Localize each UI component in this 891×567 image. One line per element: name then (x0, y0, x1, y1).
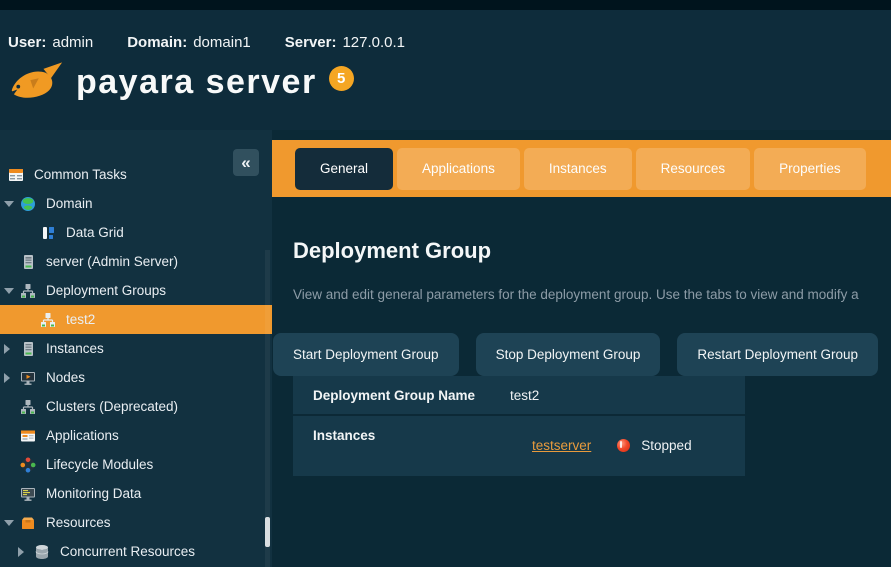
tab-resources[interactable]: Resources (635, 147, 751, 190)
status-bar: User: admin Domain: domain1 Server: 127.0.0… (0, 10, 891, 51)
tree-label: Deployment Groups (46, 283, 167, 298)
sidebar-item-test2[interactable]: test2 (0, 305, 272, 334)
tree-label: Monitoring Data (46, 486, 142, 501)
tree-label: Resources (46, 515, 111, 530)
table-row-name: Deployment Group Name test2 (293, 376, 745, 414)
deployment-groups-icon (21, 283, 35, 298)
sidebar-item-instances[interactable]: Instances (0, 334, 272, 363)
sidebar-collapse-button[interactable]: « (233, 149, 259, 176)
tree-label: test2 (66, 312, 96, 327)
sidebar-scrollbar-thumb[interactable] (265, 517, 270, 547)
tab-label: Instances (548, 161, 607, 176)
caret-down-icon[interactable] (4, 200, 14, 207)
caret-down-icon[interactable] (4, 287, 14, 294)
caret-right-icon[interactable] (4, 372, 10, 383)
domain-label: Domain: (127, 34, 188, 51)
user-label: User: (8, 34, 47, 51)
instances-icon (24, 341, 33, 356)
deployment-group-icon (41, 312, 55, 327)
tree-label: Domain (46, 196, 93, 211)
sidebar-item-admin-server[interactable]: server (Admin Server) (0, 247, 272, 276)
page-description: View and edit general parameters for the… (293, 287, 859, 302)
tab-label: Properties (779, 161, 841, 176)
sidebar-tree: « Common Tasks Domain Data Grid server (… (0, 130, 272, 567)
caret-right-icon[interactable] (18, 546, 24, 557)
resources-icon (22, 517, 34, 529)
sidebar-item-common-tasks[interactable]: Common Tasks (0, 160, 272, 189)
tree-label: Applications (46, 428, 119, 443)
tab-applications[interactable]: Applications (397, 147, 520, 190)
sidebar-item-deployment-groups[interactable]: Deployment Groups (0, 276, 272, 305)
deployment-group-table: Deployment Group Name test2 Instances te… (293, 376, 745, 476)
server-value: 127.0.0.1 (342, 34, 406, 51)
tree-label: Nodes (46, 370, 86, 385)
sidebar-item-monitoring-data[interactable]: Monitoring Data (0, 479, 272, 508)
applications-icon (21, 430, 35, 441)
sidebar-item-nodes[interactable]: Nodes (0, 363, 272, 392)
tree-label: Clusters (Deprecated) (46, 399, 179, 414)
brand-text: payara server (76, 63, 317, 101)
stopped-status-icon (617, 438, 631, 452)
domain-status: Domain: domain1 (127, 34, 251, 51)
lifecycle-modules-icon (20, 457, 36, 472)
payara-logo: payara server 5 (8, 59, 891, 105)
sidebar-item-applications[interactable]: Applications (0, 421, 272, 450)
nodes-icon (21, 371, 35, 385)
sidebar-item-lifecycle-modules[interactable]: Lifecycle Modules (0, 450, 272, 479)
tree-label: Instances (46, 341, 104, 356)
domain-value: domain1 (193, 34, 251, 51)
globe-icon (21, 196, 35, 211)
server-status: Server: 127.0.0.1 (285, 34, 405, 51)
deployment-group-name-label: Deployment Group Name (313, 388, 476, 403)
tab-general[interactable]: General (295, 147, 394, 190)
collapse-icon: « (241, 152, 251, 172)
server-icon (24, 254, 33, 269)
tab-label: Resources (660, 161, 726, 176)
sidebar-item-concurrent-resources[interactable]: Concurrent Resources (0, 537, 272, 566)
data-grid-icon (43, 226, 54, 239)
instance-link[interactable]: testserver (532, 438, 591, 453)
tab-label: General (320, 161, 369, 176)
stop-deployment-group-button[interactable]: Stop Deployment Group (475, 333, 661, 376)
common-tasks-icon (9, 168, 23, 181)
tree-label: server (Admin Server) (46, 254, 179, 269)
server-label: Server: (284, 34, 337, 51)
sidebar-item-data-grid[interactable]: Data Grid (0, 218, 272, 247)
sidebar-item-resources[interactable]: Resources (0, 508, 272, 537)
caret-down-icon[interactable] (4, 519, 14, 526)
tab-properties[interactable]: Properties (754, 147, 866, 190)
instance-status-line: testserver Stopped (510, 438, 692, 453)
tree-label: Common Tasks (34, 167, 127, 182)
monitoring-data-icon (21, 487, 35, 501)
sidebar-item-domain[interactable]: Domain (0, 189, 272, 218)
action-buttons: Start Deployment Group Stop Deployment G… (273, 333, 891, 376)
main-panel: General Applications Instances Resources… (272, 130, 891, 567)
concurrent-resources-icon (35, 544, 49, 559)
tab-label: Applications (422, 161, 495, 176)
tree-label: Lifecycle Modules (46, 457, 154, 472)
top-strip (0, 0, 891, 10)
tree-label: Concurrent Resources (60, 544, 196, 559)
page-title: Deployment Group (293, 238, 492, 263)
instance-status-text: Stopped (641, 437, 692, 453)
user-status: User: admin (8, 34, 93, 51)
header: User: admin Domain: domain1 Server: 127.0.0… (0, 10, 891, 130)
restart-deployment-group-button[interactable]: Restart Deployment Group (677, 333, 878, 376)
instances-label: Instances (313, 428, 376, 443)
user-value: admin (52, 34, 94, 51)
deployment-group-name-value: test2 (510, 388, 540, 403)
tab-bar: General Applications Instances Resources… (272, 140, 891, 197)
payara-fish-icon (9, 62, 63, 98)
caret-right-icon[interactable] (4, 343, 10, 354)
table-row-instances: Instances testserver Stopped (293, 414, 745, 476)
clusters-icon (21, 399, 35, 414)
sidebar-item-clusters[interactable]: Clusters (Deprecated) (0, 392, 272, 421)
version-badge: 5 (328, 65, 354, 91)
tree-label: Data Grid (66, 225, 124, 240)
tab-instances[interactable]: Instances (523, 147, 632, 190)
start-deployment-group-button[interactable]: Start Deployment Group (273, 333, 459, 376)
